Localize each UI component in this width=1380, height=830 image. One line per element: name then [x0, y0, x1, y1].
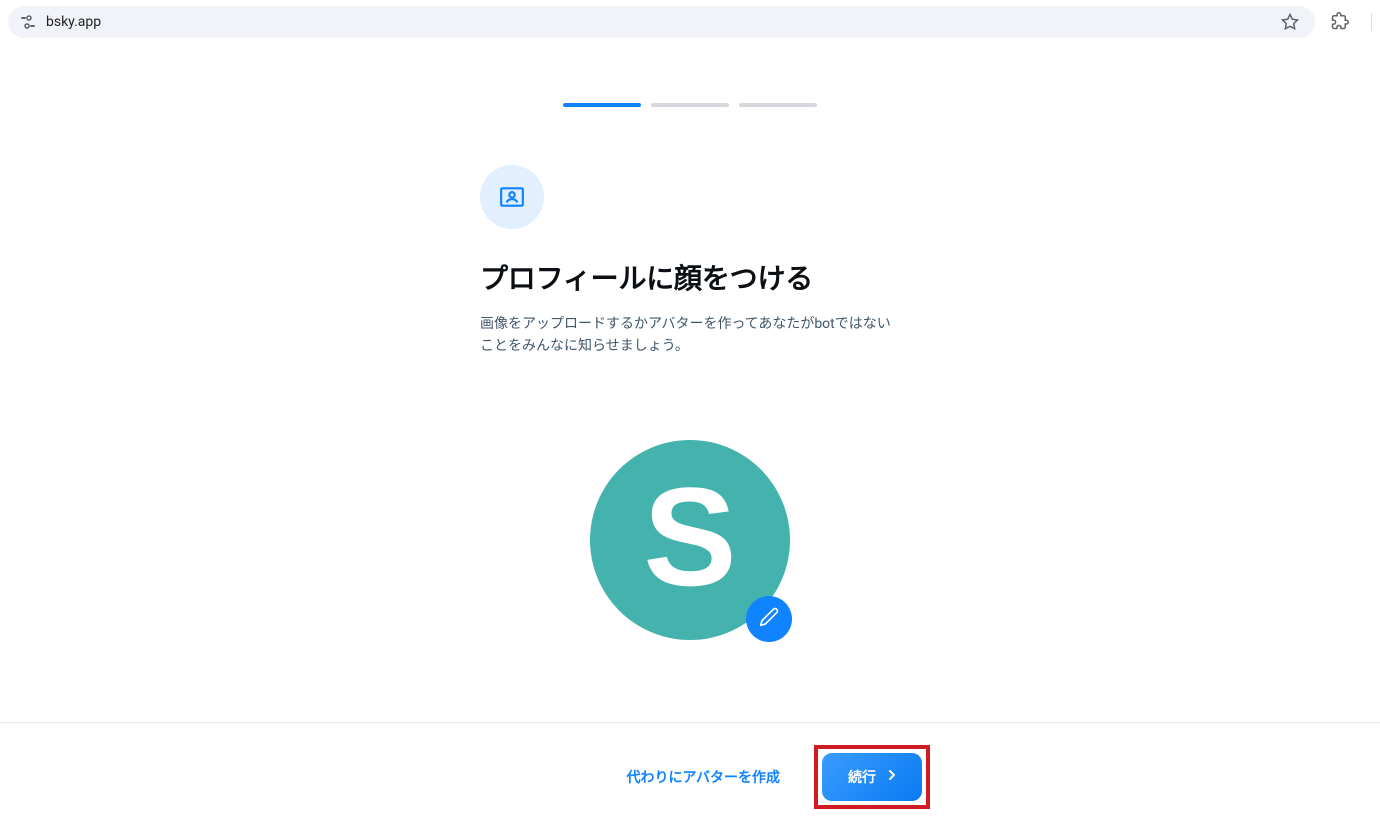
progress-step-1	[563, 103, 641, 107]
onboarding-content: プロフィールに顔をつける 画像をアップロードするかアバターを作ってあなたがbot…	[0, 44, 1380, 830]
chevron-right-icon	[884, 767, 900, 786]
extensions-icon[interactable]	[1331, 12, 1351, 32]
toolbar-divider	[1371, 13, 1372, 31]
progress-steps	[563, 103, 817, 107]
onboarding-heading: プロフィールに顔をつける	[480, 257, 900, 297]
pencil-icon	[759, 607, 779, 631]
progress-step-3	[739, 103, 817, 107]
onboarding-subtitle: 画像をアップロードするかアバターを作ってあなたがbotではないことをみんなに知ら…	[480, 313, 900, 358]
avatar-container: S	[590, 440, 790, 640]
bookmark-star-icon[interactable]	[1281, 13, 1299, 31]
url-input-container[interactable]: bsky.app	[8, 6, 1315, 38]
url-text: bsky.app	[46, 14, 1271, 30]
continue-button-highlight: 続行	[814, 745, 930, 809]
edit-avatar-button[interactable]	[746, 596, 792, 642]
footer-bar: 代わりにアバターを作成 続行	[0, 722, 1380, 830]
progress-step-2	[651, 103, 729, 107]
footer-actions: 代わりにアバターを作成 続行	[510, 745, 930, 809]
continue-button-label: 続行	[848, 767, 876, 787]
create-avatar-link[interactable]: 代わりにアバターを作成	[613, 757, 794, 797]
browser-url-bar: bsky.app	[0, 0, 1380, 44]
avatar-letter: S	[643, 467, 736, 607]
onboarding-panel: プロフィールに顔をつける 画像をアップロードするかアバターを作ってあなたがbot…	[480, 165, 900, 640]
continue-button[interactable]: 続行	[822, 753, 922, 801]
site-settings-icon[interactable]	[20, 14, 36, 30]
profile-picture-icon	[480, 165, 544, 229]
